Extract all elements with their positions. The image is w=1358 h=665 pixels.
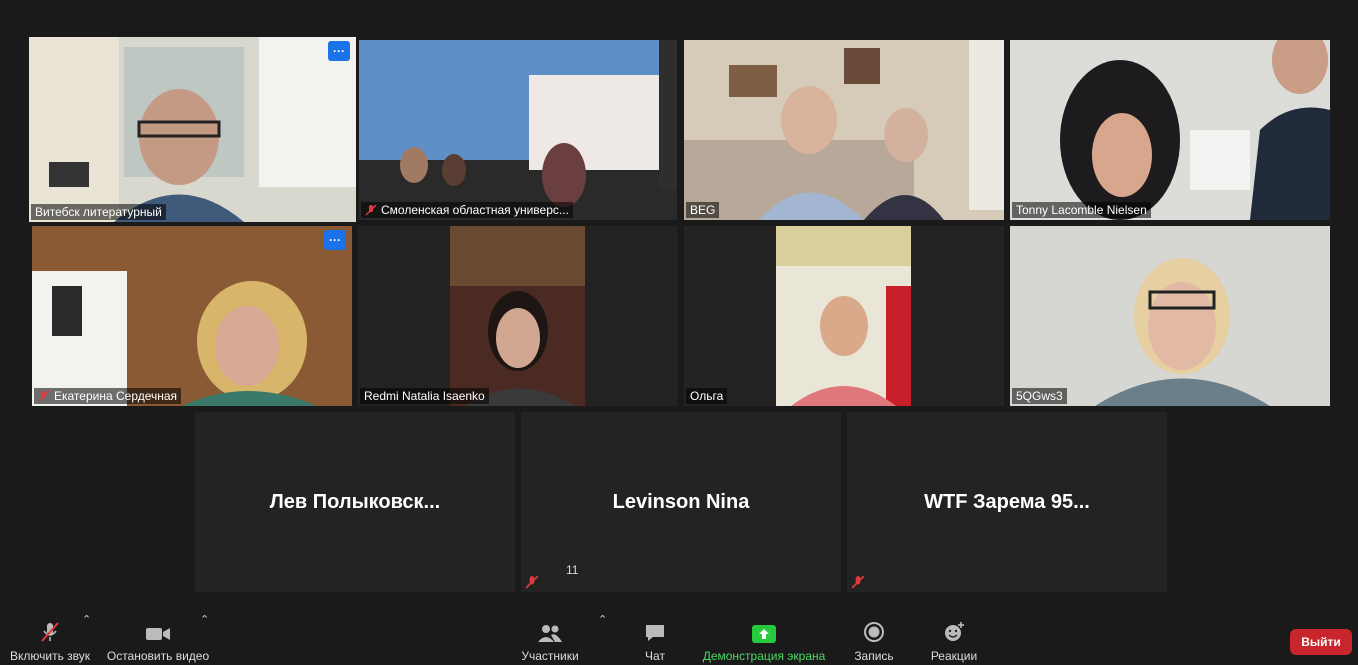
participant-name: Екатерина Сердечная (34, 388, 182, 404)
video-tile-5qgws3[interactable]: 5QGws3 (1010, 226, 1330, 406)
share-screen-icon (752, 625, 776, 643)
mic-muted-icon (41, 622, 59, 642)
participant-name-large: WTF Зарема 95... (924, 490, 1090, 513)
mic-muted-icon (851, 575, 865, 589)
participants-label: Участники (521, 649, 579, 663)
share-screen-label: Демонстрация экрана (702, 649, 826, 663)
video-feed (1010, 40, 1330, 220)
reactions-icon (945, 622, 964, 641)
more-options-button[interactable]: ··· (328, 41, 350, 61)
video-feed (32, 226, 352, 406)
reactions-label: Реакции (930, 649, 978, 663)
video-feed (776, 226, 911, 406)
participants-button[interactable]: Участники (518, 607, 582, 665)
unmute-label: Включить звук (9, 649, 91, 663)
mic-muted-icon (38, 390, 50, 402)
video-tile-natalia[interactable]: Redmi Natalia Isaenko (358, 226, 678, 406)
meeting-toolbar: Включить звук ⌃ Остановить видео ⌃ Участ… (0, 563, 1358, 665)
participant-name: Смоленская областная универс... (361, 202, 573, 218)
reactions-button[interactable]: Реакции (928, 607, 980, 665)
chat-label: Чат (645, 649, 665, 663)
video-feed (359, 40, 677, 220)
video-feed (29, 37, 356, 222)
stop-video-label: Остановить видео (106, 649, 210, 663)
participant-name: Tonny Lacomble Nielsen (1012, 202, 1151, 218)
unmute-button[interactable]: Включить звук (8, 607, 92, 665)
participants-count: 11 (566, 563, 579, 577)
video-feed (450, 226, 585, 406)
chat-button[interactable]: Чат (636, 607, 674, 665)
record-icon (864, 622, 884, 642)
participant-name: BEG (686, 202, 720, 218)
video-feed (684, 40, 1004, 220)
participants-options-caret[interactable]: ⌃ (598, 613, 607, 626)
record-button[interactable]: Запись (850, 607, 898, 665)
mic-muted-icon (365, 204, 377, 216)
video-camera-icon (146, 628, 170, 640)
video-tile-vitebsk[interactable]: Витебск литературный ··· (29, 37, 356, 222)
leave-button[interactable]: Выйти (1290, 629, 1352, 655)
participant-name: Ольга (686, 388, 728, 404)
video-tile-beg[interactable]: BEG (684, 40, 1004, 220)
audio-options-caret[interactable]: ⌃ (82, 613, 91, 626)
video-tile-tonny[interactable]: Tonny Lacomble Nielsen (1010, 40, 1330, 220)
participant-name: 5QGws3 (1012, 388, 1067, 404)
participants-icon (538, 625, 562, 642)
video-tile-ekaterina[interactable]: Екатерина Сердечная ··· (32, 226, 352, 406)
participant-name: Redmi Natalia Isaenko (360, 388, 489, 404)
name-tile-zarema[interactable]: WTF Зарема 95... (847, 412, 1167, 592)
chat-icon (646, 625, 664, 641)
mic-muted-icon (525, 575, 539, 589)
share-screen-button[interactable]: Демонстрация экрана (700, 607, 828, 665)
record-label: Запись (854, 649, 894, 663)
participant-name: Витебск литературный (31, 204, 166, 220)
video-options-caret[interactable]: ⌃ (200, 613, 209, 626)
more-options-button[interactable]: ··· (324, 230, 346, 250)
name-tile-lev[interactable]: Лев Полыковск... (195, 412, 515, 592)
stop-video-button[interactable]: Остановить видео (106, 607, 210, 665)
participant-name-large: Лев Полыковск... (269, 490, 441, 513)
video-tile-olga[interactable]: Ольга (684, 226, 1004, 406)
video-tile-smolensk[interactable]: Смоленская областная универс... (359, 40, 677, 220)
video-feed (1010, 226, 1330, 406)
